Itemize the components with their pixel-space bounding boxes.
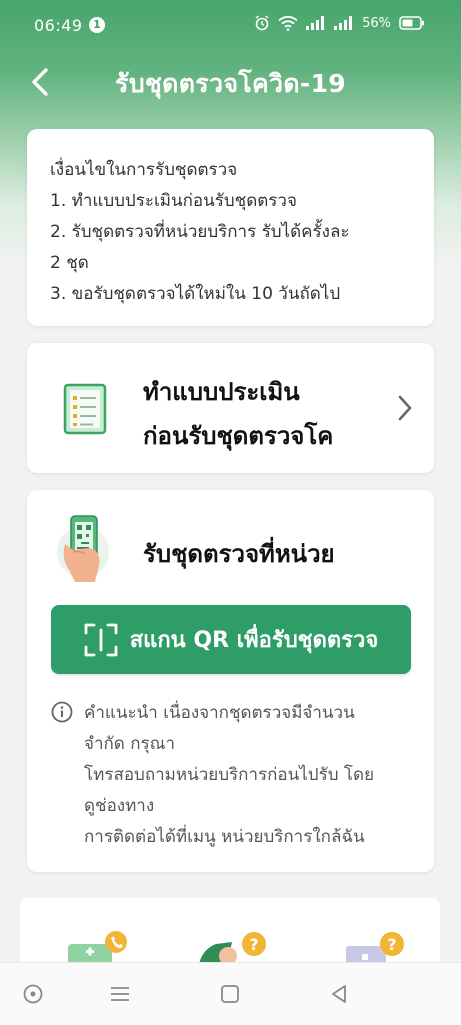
top-bar: รับชุดตรวจโควิด-19 xyxy=(0,52,461,112)
battery-icon xyxy=(399,16,424,30)
assessment-card[interactable]: ทำแบบประเมิน ก่อนรับชุดตรวจโค xyxy=(27,343,434,473)
battery-percent: 56% xyxy=(362,15,391,31)
assessment-title: ทำแบบประเมิน ก่อนรับชุดตรวจโค xyxy=(143,370,333,458)
advice-text: คำแนะนำ เนื่องจากชุดตรวจมีจำนวน จำกัด กร… xyxy=(84,698,374,853)
assistant-icon[interactable] xyxy=(22,983,44,1005)
advice-line: การติดต่อได้ที่เมนู หน่วยบริการใกล้ฉัน xyxy=(84,827,365,847)
conditions-card: เงื่อนไขในการรับชุดตรวจ 1. ทำแบบประเมินก… xyxy=(27,129,434,326)
services-card: ? ? xyxy=(20,898,440,968)
status-time: 06:49 xyxy=(34,16,83,35)
advice-line: คำแนะนำ เนื่องจากชุดตรวจมีจำนวน xyxy=(84,703,355,723)
signal-icon xyxy=(306,16,325,30)
pickup-card: รับชุดตรวจที่หน่วย สแกน QR เพื่อรับชุดตร… xyxy=(27,490,434,872)
condition-item: 3. ขอรับชุดตรวจได้ใหม่ใน 10 วันถัดไป xyxy=(50,284,341,304)
status-bar: 06:49 1 56% xyxy=(0,0,461,52)
conditions-heading: เงื่อนไขในการรับชุดตรวจ xyxy=(50,160,238,180)
advice-line: โทรสอบถามหน่วยบริการก่อนไปรับ โดย xyxy=(84,765,375,785)
conditions-text: เงื่อนไขในการรับชุดตรวจ 1. ทำแบบประเมินก… xyxy=(50,155,350,310)
assessment-title-line: ก่อนรับชุดตรวจโค xyxy=(143,422,334,450)
info-icon xyxy=(51,701,73,723)
system-nav-bar xyxy=(0,962,461,1025)
wifi-icon xyxy=(278,16,298,31)
pickup-title: รับชุดตรวจที่หน่วย xyxy=(143,540,335,568)
scan-qr-button[interactable]: สแกน QR เพื่อรับชุดตรวจ xyxy=(51,605,411,674)
advice-line: จำกัด กรุณา xyxy=(84,734,175,754)
signal-icon-2 xyxy=(334,16,353,30)
menu-icon[interactable] xyxy=(109,983,131,1005)
page-title: รับชุดตรวจโควิด-19 xyxy=(115,69,346,98)
svg-text:?: ? xyxy=(387,935,396,954)
home-icon[interactable] xyxy=(219,983,241,1005)
condition-item: 2 ชุด xyxy=(50,253,89,273)
alarm-icon xyxy=(255,15,269,31)
condition-item: 2. รับชุดตรวจที่หน่วยบริการ รับได้ครั้งล… xyxy=(50,222,350,242)
condition-item: 1. ทำแบบประเมินก่อนรับชุดตรวจ xyxy=(50,191,297,211)
nav-back-icon[interactable] xyxy=(328,983,350,1005)
scan-icon xyxy=(84,623,118,656)
scan-button-label: สแกน QR เพื่อรับชุดตรวจ xyxy=(129,628,379,653)
notification-badge: 1 xyxy=(89,17,105,33)
phone-qr-icon xyxy=(57,515,109,582)
assessment-title-line: ทำแบบประเมิน xyxy=(143,378,300,406)
chevron-right-icon xyxy=(398,395,412,421)
checklist-icon xyxy=(63,383,107,435)
status-icons: 56% xyxy=(254,15,425,31)
svg-text:?: ? xyxy=(249,935,258,954)
advice-line: ดูช่องทาง xyxy=(84,796,155,816)
